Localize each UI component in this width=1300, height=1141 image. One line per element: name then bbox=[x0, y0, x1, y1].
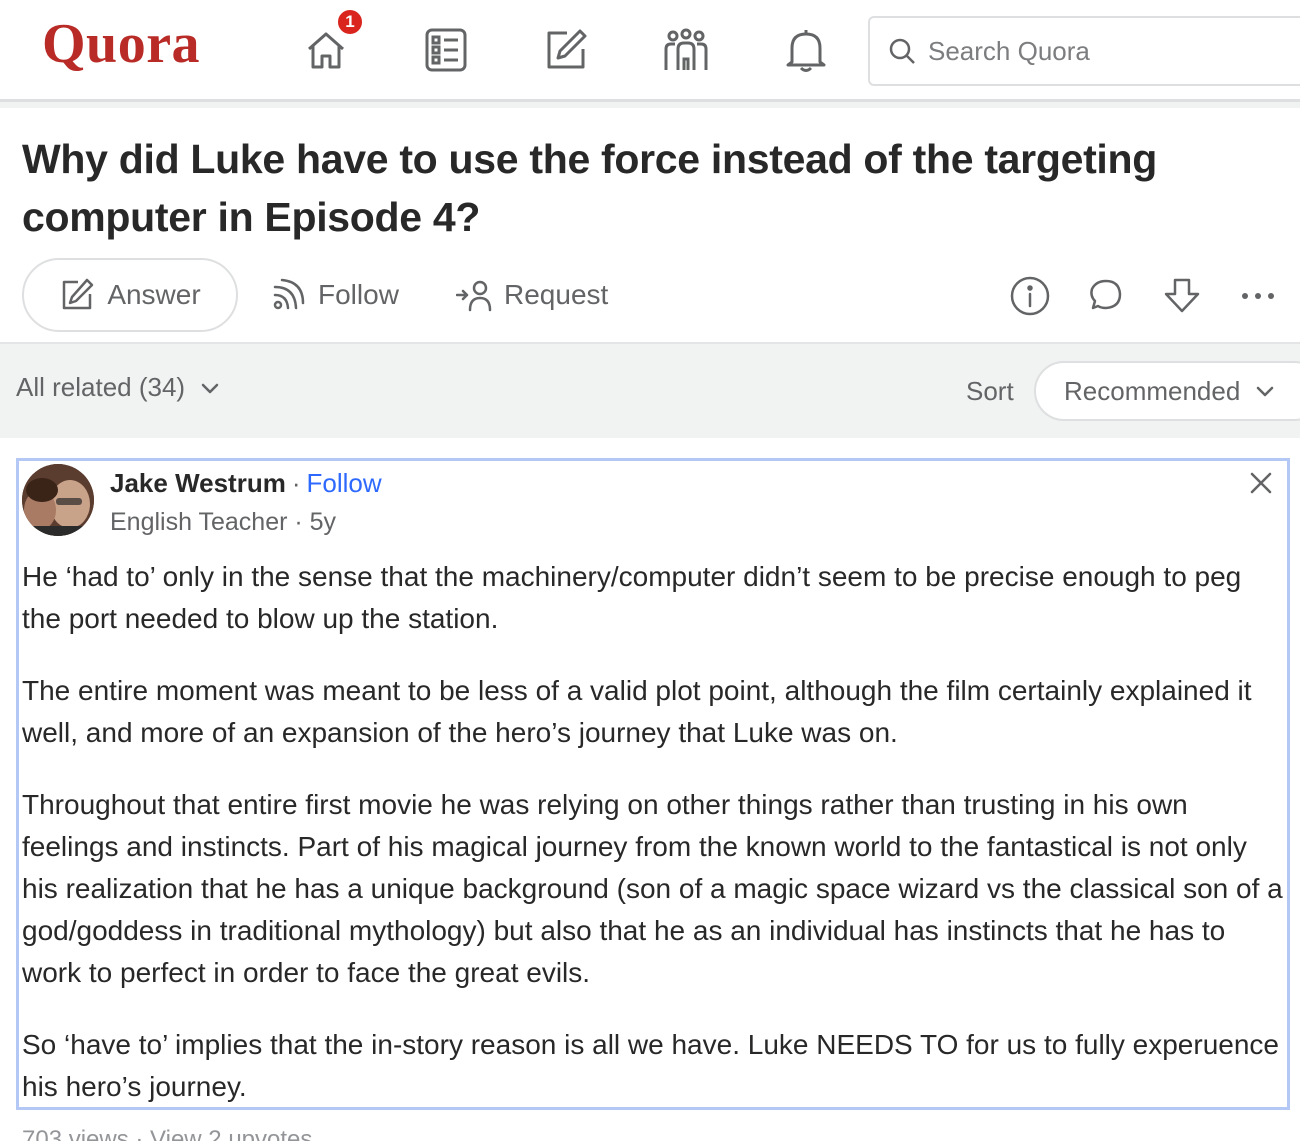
author-credential: English Teacher · 5y bbox=[110, 508, 337, 536]
request-icon bbox=[456, 280, 492, 312]
request-button[interactable]: Request bbox=[456, 273, 608, 317]
search-icon bbox=[889, 38, 915, 64]
answer-stats[interactable]: 703 views · View 2 upvotes bbox=[22, 1126, 312, 1141]
search-box[interactable] bbox=[868, 16, 1300, 86]
question-card: Why did Luke have to use the force inste… bbox=[0, 108, 1300, 344]
close-icon[interactable] bbox=[1246, 468, 1276, 498]
separator-dot: · bbox=[291, 468, 301, 498]
search-input[interactable] bbox=[928, 35, 1300, 67]
answer-paragraph: Throughout that entire first movie he wa… bbox=[22, 789, 1283, 988]
answer-button[interactable]: Answer bbox=[22, 258, 238, 332]
answer-paragraph: The entire moment was meant to be less o… bbox=[22, 675, 1252, 748]
follow-author-link[interactable]: Follow bbox=[307, 468, 382, 499]
follow-question-button[interactable]: Follow bbox=[270, 273, 399, 317]
sort-value: Recommended bbox=[1064, 375, 1241, 406]
answer-body: He ‘had to’ only in the sense that the m… bbox=[22, 556, 1284, 1138]
comment-icon[interactable] bbox=[1084, 274, 1128, 318]
spaces-icon[interactable] bbox=[660, 24, 712, 76]
request-label: Request bbox=[504, 279, 609, 310]
all-related-filter[interactable]: All related (34) bbox=[16, 372, 223, 403]
author-line: Jake Westrum · Follow bbox=[110, 468, 382, 499]
notifications-icon[interactable] bbox=[780, 24, 832, 76]
all-related-label: All related (34) bbox=[16, 372, 186, 402]
follow-icon bbox=[273, 278, 305, 310]
info-icon[interactable] bbox=[1008, 274, 1052, 318]
more-options-icon[interactable] bbox=[1236, 274, 1280, 318]
edit-icon bbox=[63, 278, 94, 310]
following-icon[interactable] bbox=[420, 24, 472, 76]
sort-label: Sort bbox=[966, 376, 1014, 406]
quora-logo[interactable]: Quora bbox=[42, 12, 200, 76]
answer-button-label: Answer bbox=[107, 279, 201, 310]
chevron-down-icon bbox=[201, 383, 219, 393]
notification-badge: 1 bbox=[336, 8, 364, 36]
sort-dropdown[interactable]: Recommended bbox=[1034, 361, 1300, 421]
avatar[interactable] bbox=[22, 464, 94, 536]
answer-paragraph: He ‘had to’ only in the sense that the m… bbox=[22, 561, 1242, 634]
follow-question-label: Follow bbox=[318, 279, 399, 310]
chevron-down-icon bbox=[1257, 386, 1274, 397]
question-title[interactable]: Why did Luke have to use the force inste… bbox=[22, 130, 1272, 246]
top-navigation-bar: Quora 1 bbox=[0, 0, 1300, 102]
answer-paragraph: So ‘have to’ implies that the in-story r… bbox=[22, 1029, 1279, 1102]
answer-card: Jake Westrum · Follow English Teacher · … bbox=[0, 438, 1300, 1141]
downvote-icon[interactable] bbox=[1160, 274, 1204, 318]
answer-icon[interactable] bbox=[540, 24, 592, 76]
author-name[interactable]: Jake Westrum bbox=[110, 468, 286, 499]
